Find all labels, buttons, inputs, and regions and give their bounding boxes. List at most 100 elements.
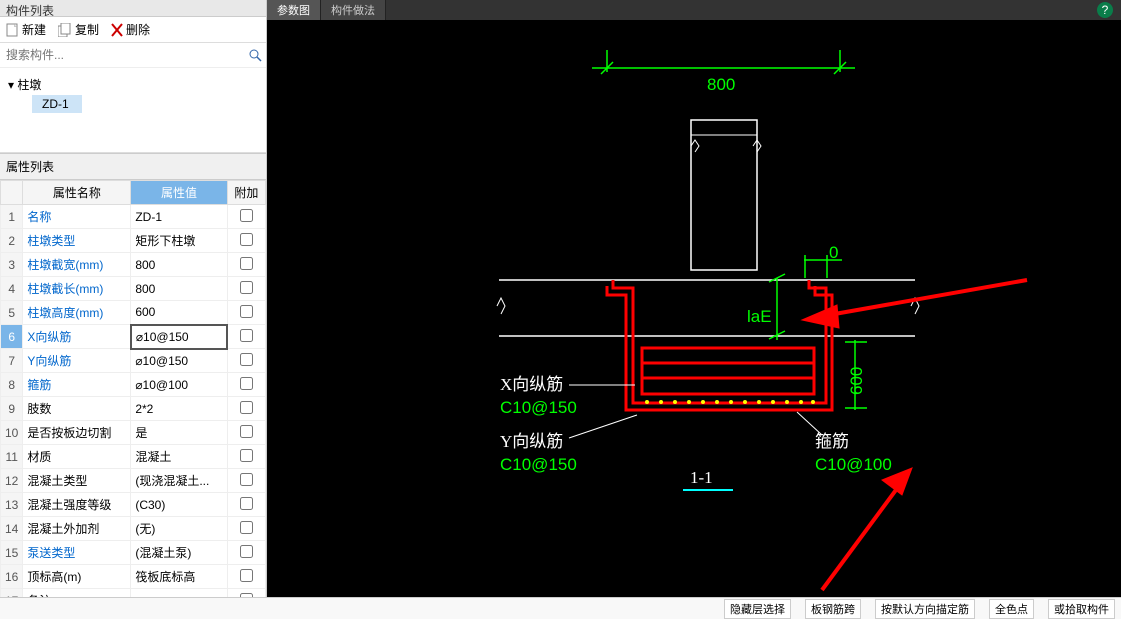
tab-component-method[interactable]: 构件做法 — [321, 0, 386, 20]
prop-value-cell[interactable]: ⌀10@150 — [131, 349, 227, 373]
extra-checkbox[interactable] — [240, 497, 253, 510]
prop-name-cell[interactable]: 柱墩截长(mm) — [23, 277, 131, 301]
prop-header-name[interactable]: 属性名称 — [23, 181, 131, 205]
prop-header-value[interactable]: 属性值 — [131, 181, 227, 205]
extra-checkbox[interactable] — [240, 353, 253, 366]
prop-name-cell[interactable]: 材质 — [23, 445, 131, 469]
search-input[interactable] — [4, 46, 248, 64]
tab-param-diagram[interactable]: 参数图 — [267, 0, 321, 20]
table-row[interactable]: 13混凝土强度等级(C30) — [1, 493, 266, 517]
prop-extra-cell[interactable] — [227, 541, 265, 565]
prop-name-cell[interactable]: 备注 — [23, 589, 131, 598]
table-row[interactable]: 16顶标高(m)筏板底标高 — [1, 565, 266, 589]
table-row[interactable]: 6X向纵筋⌀10@150 — [1, 325, 266, 349]
prop-extra-cell[interactable] — [227, 253, 265, 277]
search-icon[interactable] — [248, 48, 262, 62]
table-row[interactable]: 4柱墩截长(mm)800 — [1, 277, 266, 301]
prop-value-cell[interactable]: 筏板底标高 — [131, 565, 227, 589]
prop-value-cell[interactable]: 是 — [131, 421, 227, 445]
table-row[interactable]: 3柱墩截宽(mm)800 — [1, 253, 266, 277]
prop-value-cell[interactable]: 2*2 — [131, 397, 227, 421]
delete-button[interactable]: 删除 — [111, 21, 150, 38]
prop-value-cell[interactable]: 混凝土 — [131, 445, 227, 469]
status-btn-4[interactable]: 或拾取构件 — [1048, 599, 1115, 619]
prop-name-cell[interactable]: 顶标高(m) — [23, 565, 131, 589]
extra-checkbox[interactable] — [240, 593, 253, 598]
prop-extra-cell[interactable] — [227, 565, 265, 589]
extra-checkbox[interactable] — [240, 257, 253, 270]
extra-checkbox[interactable] — [240, 377, 253, 390]
prop-name-cell[interactable]: 柱墩截宽(mm) — [23, 253, 131, 277]
prop-name-cell[interactable]: 是否按板边切割 — [23, 421, 131, 445]
prop-value-cell[interactable]: 矩形下柱墩 — [131, 229, 227, 253]
prop-extra-cell[interactable] — [227, 493, 265, 517]
table-row[interactable]: 1名称ZD-1 — [1, 205, 266, 229]
extra-checkbox[interactable] — [240, 233, 253, 246]
prop-value-cell[interactable]: (C30) — [131, 493, 227, 517]
prop-extra-cell[interactable] — [227, 205, 265, 229]
prop-name-cell[interactable]: 泵送类型 — [23, 541, 131, 565]
help-button[interactable]: ? — [1097, 2, 1113, 18]
prop-name-cell[interactable]: 混凝土强度等级 — [23, 493, 131, 517]
extra-checkbox[interactable] — [240, 329, 253, 342]
extra-checkbox[interactable] — [240, 209, 253, 222]
table-row[interactable]: 14混凝土外加剂(无) — [1, 517, 266, 541]
canvas-viewport[interactable]: 800 0 laE — [267, 20, 1121, 597]
prop-value-cell[interactable]: 800 — [131, 253, 227, 277]
prop-name-cell[interactable]: 名称 — [23, 205, 131, 229]
status-btn-1[interactable]: 板钢筋跨 — [805, 599, 861, 619]
table-row[interactable]: 5柱墩高度(mm)600 — [1, 301, 266, 325]
prop-header-extra[interactable]: 附加 — [227, 181, 265, 205]
prop-extra-cell[interactable] — [227, 277, 265, 301]
prop-value-cell[interactable]: (现浇混凝土... — [131, 469, 227, 493]
prop-extra-cell[interactable] — [227, 301, 265, 325]
new-button[interactable]: 新建 — [6, 21, 46, 38]
prop-name-cell[interactable]: 箍筋 — [23, 373, 131, 397]
prop-value-cell[interactable]: ⌀10@100 — [131, 373, 227, 397]
prop-name-cell[interactable]: 柱墩高度(mm) — [23, 301, 131, 325]
table-row[interactable]: 11材质混凝土 — [1, 445, 266, 469]
prop-name-cell[interactable]: 肢数 — [23, 397, 131, 421]
extra-checkbox[interactable] — [240, 473, 253, 486]
table-row[interactable]: 8箍筋⌀10@100 — [1, 373, 266, 397]
status-btn-3[interactable]: 全色点 — [989, 599, 1034, 619]
prop-extra-cell[interactable] — [227, 445, 265, 469]
tree-child-zd1[interactable]: ZD-1 — [32, 95, 82, 113]
prop-extra-cell[interactable] — [227, 517, 265, 541]
prop-name-cell[interactable]: 混凝土类型 — [23, 469, 131, 493]
prop-extra-cell[interactable] — [227, 325, 265, 349]
tree-parent-zhudun[interactable]: ▾ 柱墩 — [4, 74, 262, 95]
copy-button[interactable]: 复制 — [58, 21, 99, 38]
extra-checkbox[interactable] — [240, 521, 253, 534]
status-btn-2[interactable]: 按默认方向描定筋 — [875, 599, 975, 619]
extra-checkbox[interactable] — [240, 449, 253, 462]
prop-value-cell[interactable]: 800 — [131, 277, 227, 301]
prop-extra-cell[interactable] — [227, 373, 265, 397]
prop-extra-cell[interactable] — [227, 229, 265, 253]
table-row[interactable]: 7Y向纵筋⌀10@150 — [1, 349, 266, 373]
prop-extra-cell[interactable] — [227, 349, 265, 373]
prop-value-cell[interactable]: ZD-1 — [131, 205, 227, 229]
prop-name-cell[interactable]: 混凝土外加剂 — [23, 517, 131, 541]
status-btn-0[interactable]: 隐藏层选择 — [724, 599, 791, 619]
table-row[interactable]: 2柱墩类型矩形下柱墩 — [1, 229, 266, 253]
table-row[interactable]: 17备注 — [1, 589, 266, 598]
prop-extra-cell[interactable] — [227, 421, 265, 445]
extra-checkbox[interactable] — [240, 305, 253, 318]
table-row[interactable]: 15泵送类型(混凝土泵) — [1, 541, 266, 565]
table-row[interactable]: 12混凝土类型(现浇混凝土... — [1, 469, 266, 493]
extra-checkbox[interactable] — [240, 425, 253, 438]
prop-value-cell[interactable]: (混凝土泵) — [131, 541, 227, 565]
extra-checkbox[interactable] — [240, 545, 253, 558]
prop-value-cell[interactable] — [131, 589, 227, 598]
extra-checkbox[interactable] — [240, 569, 253, 582]
prop-extra-cell[interactable] — [227, 469, 265, 493]
prop-name-cell[interactable]: X向纵筋 — [23, 325, 131, 349]
prop-value-cell[interactable]: 600 — [131, 301, 227, 325]
extra-checkbox[interactable] — [240, 281, 253, 294]
prop-name-cell[interactable]: 柱墩类型 — [23, 229, 131, 253]
prop-extra-cell[interactable] — [227, 397, 265, 421]
prop-name-cell[interactable]: Y向纵筋 — [23, 349, 131, 373]
prop-value-cell[interactable]: (无) — [131, 517, 227, 541]
extra-checkbox[interactable] — [240, 401, 253, 414]
